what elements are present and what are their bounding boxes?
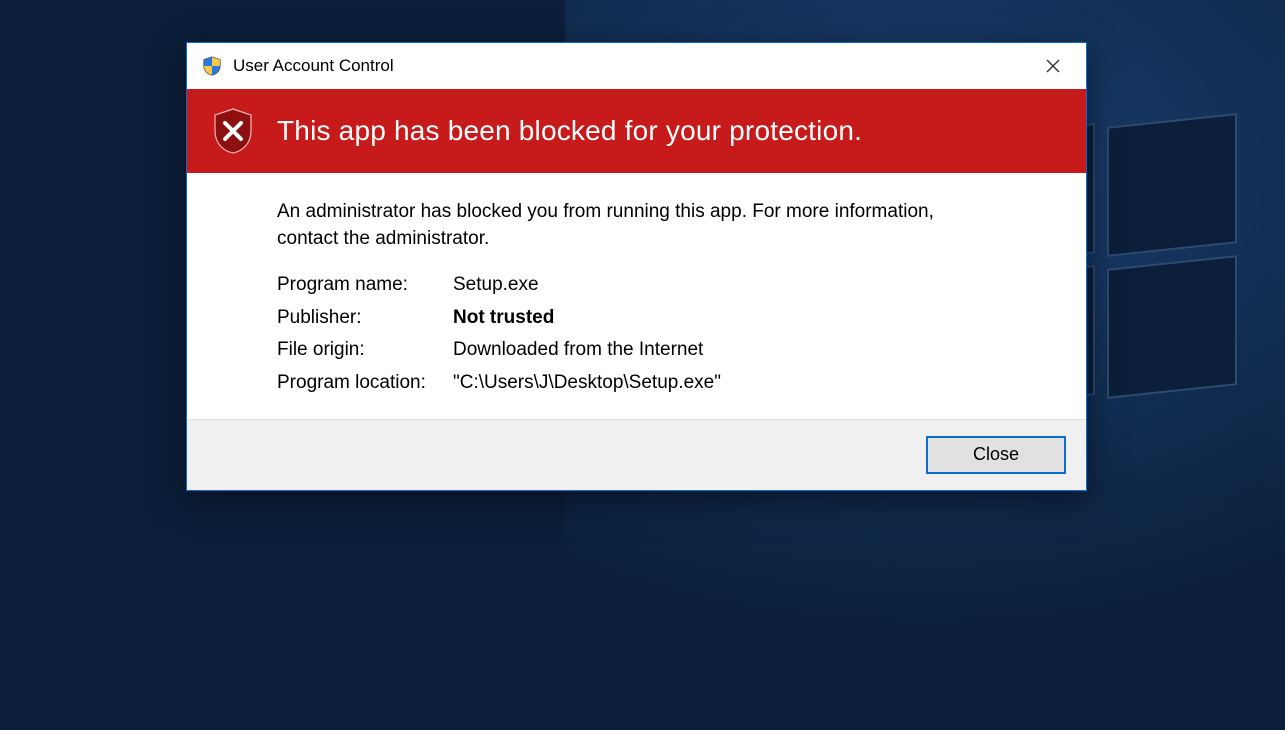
blocked-banner: This app has been blocked for your prote… bbox=[187, 89, 1086, 173]
blocked-headline: This app has been blocked for your prote… bbox=[277, 115, 862, 147]
shield-x-icon bbox=[211, 107, 255, 155]
label-program-location: Program location: bbox=[277, 370, 447, 397]
blocked-message: An administrator has blocked you from ru… bbox=[277, 199, 997, 252]
titlebar-close-button[interactable] bbox=[1030, 43, 1076, 89]
close-icon bbox=[1046, 59, 1060, 73]
uac-shield-icon bbox=[201, 55, 223, 77]
value-program-name: Setup.exe bbox=[453, 272, 1050, 299]
dialog-footer: Close bbox=[187, 419, 1086, 490]
close-button[interactable]: Close bbox=[926, 436, 1066, 474]
uac-dialog: User Account Control This app has been b… bbox=[186, 42, 1087, 491]
value-program-location: "C:\Users\J\Desktop\Setup.exe" bbox=[453, 370, 1050, 397]
label-program-name: Program name: bbox=[277, 272, 447, 299]
details-grid: Program name: Setup.exe Publisher: Not t… bbox=[277, 272, 1050, 396]
titlebar: User Account Control bbox=[187, 43, 1086, 89]
label-publisher: Publisher: bbox=[277, 305, 447, 332]
dialog-body: An administrator has blocked you from ru… bbox=[187, 173, 1086, 419]
value-file-origin: Downloaded from the Internet bbox=[453, 337, 1050, 364]
value-publisher: Not trusted bbox=[453, 305, 1050, 332]
dialog-title: User Account Control bbox=[233, 56, 1030, 76]
label-file-origin: File origin: bbox=[277, 337, 447, 364]
